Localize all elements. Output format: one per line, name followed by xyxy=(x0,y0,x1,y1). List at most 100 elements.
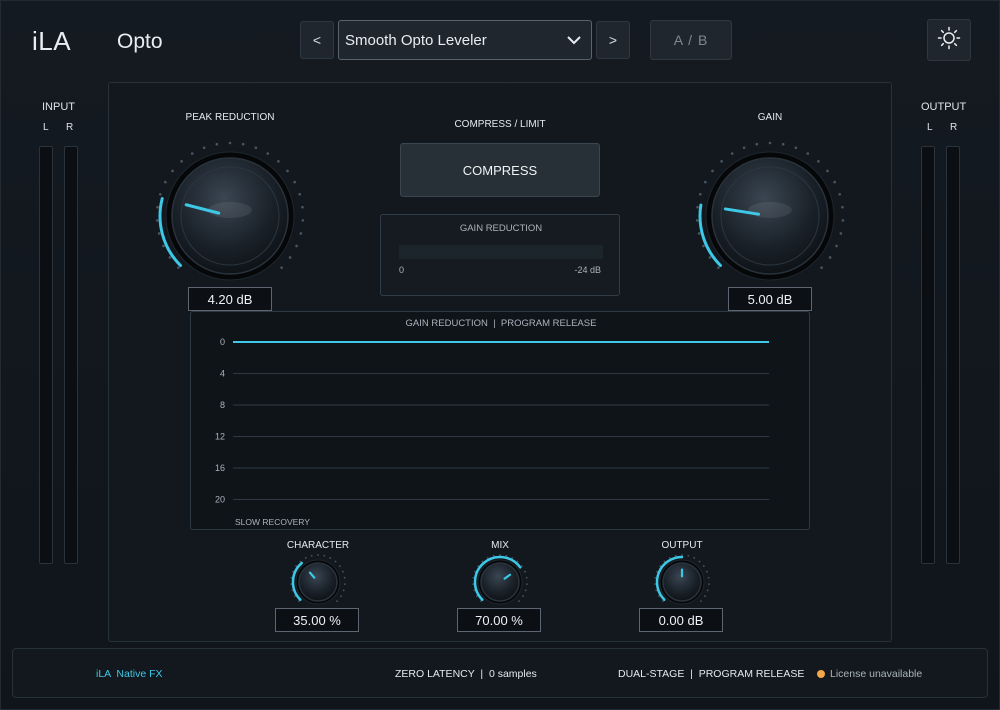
input-meter-left xyxy=(39,146,53,564)
brand-logo: iLA xyxy=(32,26,72,56)
knob-tick xyxy=(806,152,810,155)
knob-tick xyxy=(190,152,194,155)
knob-tick xyxy=(720,160,723,163)
knob-tick xyxy=(708,583,710,586)
input-meter-right xyxy=(64,146,78,564)
knob-tick xyxy=(704,595,706,598)
knob-tick xyxy=(340,595,342,598)
mode-label: COMPRESS / LIMIT xyxy=(454,119,546,130)
plugin-title: Opto xyxy=(117,30,163,53)
sun-icon xyxy=(937,26,961,55)
license-status: License unavailable xyxy=(830,668,923,680)
knob-tick xyxy=(472,576,475,579)
knob-tick xyxy=(156,205,159,209)
knob-tick xyxy=(310,554,313,557)
knob-tick xyxy=(717,266,720,269)
knob-tick xyxy=(524,589,527,592)
knob-tick xyxy=(687,554,690,557)
settings-button[interactable] xyxy=(927,19,971,61)
knob-tick xyxy=(343,576,346,579)
knob-tick xyxy=(702,244,705,248)
gain-value[interactable]: 5.00 dB xyxy=(728,287,812,311)
character-value[interactable]: 35.00 % xyxy=(275,608,359,632)
knob-tick xyxy=(499,554,501,556)
peak-reduction-label: PEAK REDUCTION xyxy=(185,112,275,123)
peak-reduction-value[interactable]: 4.20 dB xyxy=(188,287,272,311)
knob-tick xyxy=(228,141,232,145)
knob-tick xyxy=(839,232,843,235)
knob-tick xyxy=(755,142,759,146)
latency-info: ZERO LATENCY | 0 samples xyxy=(395,668,537,680)
knob-tick xyxy=(697,232,701,235)
output-meter-left xyxy=(921,146,935,564)
knob-tick xyxy=(820,266,823,269)
knob-tick xyxy=(290,583,292,586)
knob-tick xyxy=(742,146,746,150)
knob-tick xyxy=(828,256,832,259)
knob-tick xyxy=(841,219,845,222)
knob-tick xyxy=(202,146,206,150)
knob-body xyxy=(298,562,338,602)
compress-limit-button[interactable]: COMPRESS xyxy=(400,143,600,197)
knob-tick xyxy=(781,142,785,146)
knob-tick xyxy=(329,557,332,559)
knob-tick xyxy=(838,192,841,196)
knob-tick xyxy=(794,146,798,150)
knob-tick xyxy=(254,146,258,150)
graph-y-tick-label: 4 xyxy=(220,369,225,379)
output-meter-right xyxy=(946,146,960,564)
knob-tick xyxy=(702,565,705,568)
knob-tick xyxy=(711,169,714,173)
knob-tick xyxy=(168,256,172,259)
knob-tick xyxy=(472,583,474,586)
graph-plot: 0 4 8 12 16 20 xyxy=(215,337,769,505)
footer-brand: iLA Native FX xyxy=(96,668,163,680)
knob-tick xyxy=(654,583,656,586)
knob-tick xyxy=(162,244,165,248)
gain-reduction-max: -24 dB xyxy=(574,265,601,275)
knob-tick xyxy=(301,205,304,209)
knob-tick xyxy=(835,244,838,248)
knob-tick xyxy=(526,583,528,586)
previous-preset-button[interactable]: < xyxy=(300,21,334,59)
knob-tick xyxy=(277,160,280,163)
peak-reduction-knob[interactable] xyxy=(140,132,320,292)
knob-tick xyxy=(522,595,524,598)
knob-tick xyxy=(525,576,528,579)
next-preset-button[interactable]: > xyxy=(596,21,630,59)
knob-tick xyxy=(833,180,836,184)
knob-tick xyxy=(704,180,707,184)
input-meter-label: INPUT xyxy=(42,101,75,113)
knob-tick xyxy=(518,600,520,602)
knob-tick xyxy=(280,266,283,269)
gain-knob[interactable] xyxy=(680,132,860,292)
knob-tick xyxy=(342,570,344,573)
gain-reduction-bar xyxy=(399,245,603,259)
gain-reduction-min: 0 xyxy=(399,265,405,275)
mix-knob[interactable] xyxy=(460,550,540,614)
knob-tick xyxy=(286,169,289,173)
output-value[interactable]: 0.00 dB xyxy=(639,608,723,632)
knob-tick xyxy=(708,256,712,259)
knob-tick xyxy=(290,576,293,579)
ab-compare-button[interactable]: A / B xyxy=(650,20,732,60)
knob-tick xyxy=(177,266,180,269)
knob-tick xyxy=(342,589,345,592)
knob-tick xyxy=(654,576,657,579)
knob-tick xyxy=(334,560,337,563)
knob-tick xyxy=(266,152,270,155)
knob-tick xyxy=(295,244,298,248)
knob-tick xyxy=(171,169,174,173)
knob-tick xyxy=(301,219,305,222)
knob-tick xyxy=(338,565,341,568)
mode-info: DUAL-STAGE | PROGRAM RELEASE xyxy=(618,668,805,680)
output-knob[interactable] xyxy=(642,550,722,614)
preset-dropdown[interactable]: Smooth Opto Leveler xyxy=(338,20,592,60)
graph-y-tick-label: 8 xyxy=(220,400,225,410)
input-right-label: R xyxy=(66,122,74,133)
knob-tick xyxy=(293,180,296,184)
knob-tick xyxy=(241,142,245,146)
knob-tick xyxy=(706,589,709,592)
mix-value[interactable]: 70.00 % xyxy=(457,608,541,632)
character-knob[interactable] xyxy=(278,550,358,614)
